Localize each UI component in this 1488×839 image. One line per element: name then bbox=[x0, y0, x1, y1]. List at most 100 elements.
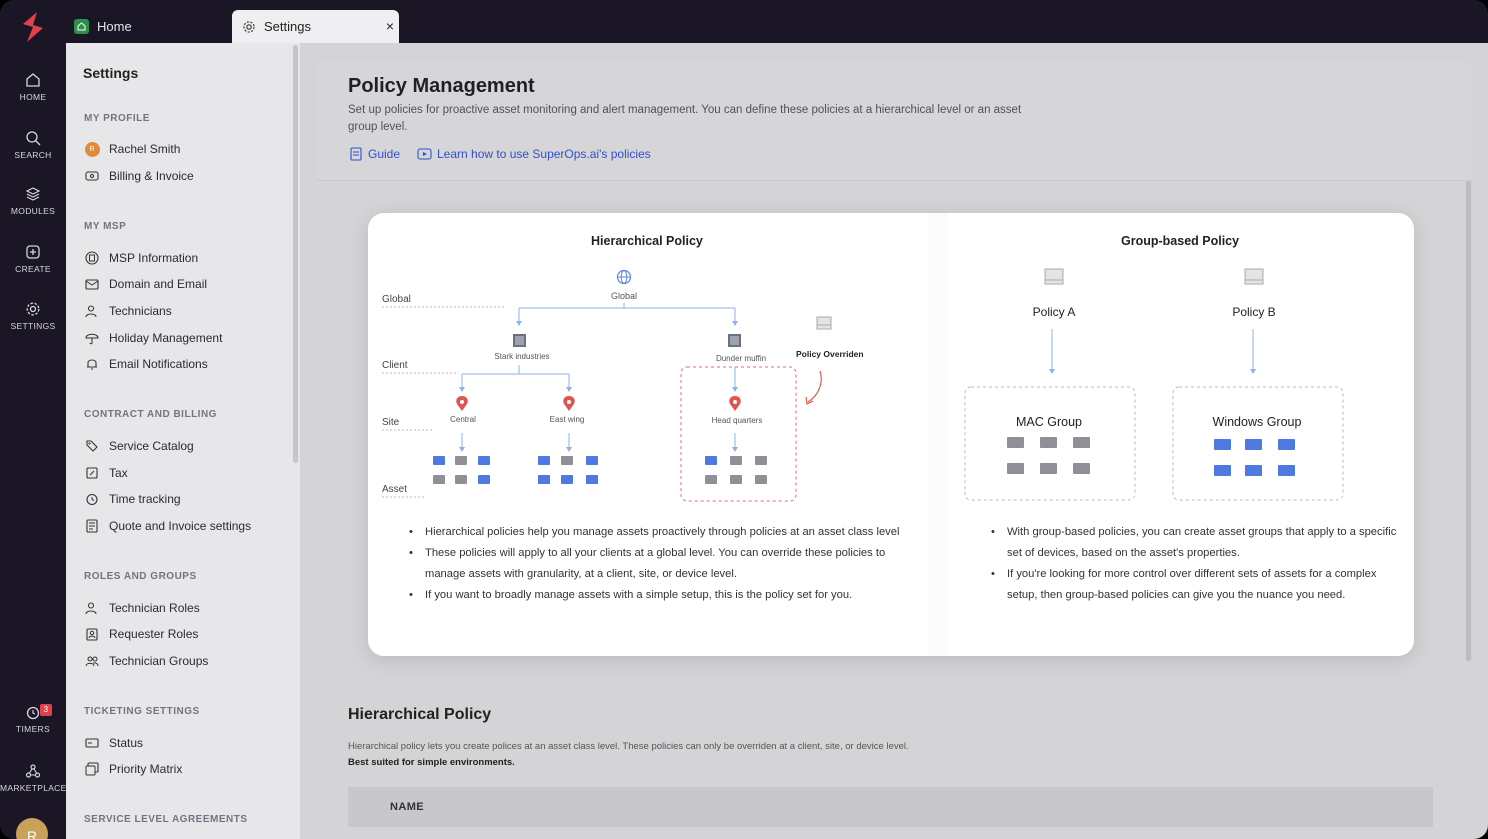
pin-icon bbox=[563, 396, 575, 411]
level-site-label: Site bbox=[382, 417, 400, 428]
bullet-item: Hierarchical policies help you manage as… bbox=[409, 522, 922, 543]
settings-item-billing[interactable]: Billing & Invoice bbox=[84, 167, 194, 185]
rail-create[interactable]: CREATE bbox=[0, 244, 66, 274]
settings-item-label: Rachel Smith bbox=[109, 142, 181, 156]
rail-modules[interactable]: MODULES bbox=[0, 186, 66, 216]
settings-item-label: Requester Roles bbox=[109, 627, 199, 641]
tax-icon bbox=[84, 465, 100, 481]
document-stack-icon bbox=[816, 316, 832, 330]
policy-diagram: Global Client Site Asset Global Stark in… bbox=[382, 268, 1344, 502]
settings-panel-scrollbar[interactable] bbox=[293, 45, 298, 463]
tab-settings[interactable]: Settings × bbox=[232, 10, 399, 43]
technician-role-icon bbox=[84, 600, 100, 616]
settings-item-technicians[interactable]: Technicians bbox=[84, 302, 172, 320]
id-badge-icon bbox=[84, 626, 100, 642]
hierarchical-bullets: Hierarchical policies help you manage as… bbox=[407, 522, 922, 606]
bullet-item: If you want to broadly manage assets wit… bbox=[409, 585, 922, 606]
left-rail: HOME SEARCH MODULES CREATE SETTINGS 3 TI… bbox=[0, 0, 66, 839]
status-icon bbox=[84, 735, 100, 751]
building-icon bbox=[84, 250, 100, 266]
rail-search-label: SEARCH bbox=[14, 150, 52, 160]
document-icon bbox=[350, 147, 362, 161]
settings-item-tax[interactable]: Tax bbox=[84, 464, 128, 482]
page-description: Set up policies for proactive asset moni… bbox=[348, 104, 1022, 133]
mac-group-label: MAC Group bbox=[1016, 415, 1082, 429]
settings-item-technician-roles[interactable]: Technician Roles bbox=[84, 599, 200, 617]
rail-settings[interactable]: SETTINGS bbox=[0, 301, 66, 331]
rail-timers-label: TIMERS bbox=[16, 724, 50, 734]
clock-icon bbox=[84, 491, 100, 507]
windows-group-label: Windows Group bbox=[1213, 415, 1302, 429]
tab-home-label: Home bbox=[97, 19, 132, 34]
section-sla: SERVICE LEVEL AGREEMENTS bbox=[84, 814, 248, 825]
section-note: Best suited for simple environments. bbox=[348, 757, 515, 768]
settings-item-time-tracking[interactable]: Time tracking bbox=[84, 490, 181, 508]
policy-types-card: Hierarchical Policy Group-based Policy G… bbox=[368, 213, 1414, 656]
mac-device-grid bbox=[1007, 437, 1090, 474]
column-name-header[interactable]: NAME bbox=[390, 801, 424, 813]
device-grid-central bbox=[433, 456, 490, 484]
matrix-icon bbox=[84, 761, 100, 777]
settings-item-label: Priority Matrix bbox=[109, 762, 183, 776]
settings-item-technician-groups[interactable]: Technician Groups bbox=[84, 652, 208, 670]
settings-item-label: Technicians bbox=[109, 304, 172, 318]
rail-timers[interactable]: 3 TIMERS bbox=[0, 704, 66, 734]
bullet-item: With group-based policies, you can creat… bbox=[991, 522, 1407, 564]
timers-badge: 3 bbox=[40, 704, 52, 716]
settings-item-priority-matrix[interactable]: Priority Matrix bbox=[84, 760, 182, 778]
invoice-icon bbox=[84, 518, 100, 534]
settings-item-label: Technician Groups bbox=[109, 654, 209, 668]
settings-panel: Settings MY PROFILE R Rachel Smith Billi… bbox=[66, 43, 300, 839]
settings-item-label: Service Catalog bbox=[109, 439, 194, 453]
settings-item-holiday[interactable]: Holiday Management bbox=[84, 329, 222, 347]
hierarchical-diagram-title: Hierarchical Policy bbox=[591, 234, 703, 248]
user-avatar[interactable]: R bbox=[16, 818, 48, 839]
rail-create-label: CREATE bbox=[15, 264, 51, 274]
search-icon bbox=[26, 131, 41, 146]
umbrella-icon bbox=[84, 330, 100, 346]
settings-item-service-catalog[interactable]: Service Catalog bbox=[84, 437, 194, 455]
section-roles-groups: ROLES AND GROUPS bbox=[84, 571, 197, 582]
settings-item-quote-invoice[interactable]: Quote and Invoice settings bbox=[84, 517, 251, 535]
settings-item-label: Billing & Invoice bbox=[109, 169, 194, 183]
policy-overriden-label: Policy Overriden bbox=[796, 349, 864, 359]
learn-policies-link[interactable]: Learn how to use SuperOps.ai's policies bbox=[417, 147, 651, 161]
settings-item-msp-information[interactable]: MSP Information bbox=[84, 249, 198, 267]
settings-item-status[interactable]: Status bbox=[84, 734, 143, 752]
main-content: Hierarchical Policy Group-based Policy G… bbox=[300, 43, 1488, 839]
settings-item-label: Email Notifications bbox=[109, 357, 208, 371]
group-bullets: With group-based policies, you can creat… bbox=[989, 522, 1407, 606]
home-tab-icon bbox=[74, 19, 89, 34]
rail-home-label: HOME bbox=[19, 92, 47, 102]
settings-item-rachel-smith[interactable]: R Rachel Smith bbox=[84, 140, 180, 158]
settings-item-label: Domain and Email bbox=[109, 277, 208, 291]
site-hq-label: Head quarters bbox=[712, 416, 763, 425]
app-window: HOME SEARCH MODULES CREATE SETTINGS 3 TI… bbox=[0, 0, 1488, 839]
billing-icon bbox=[84, 168, 100, 184]
site-central-label: Central bbox=[450, 415, 476, 424]
settings-item-requester-roles[interactable]: Requester Roles bbox=[84, 625, 198, 643]
section-my-msp: MY MSP bbox=[84, 221, 127, 232]
tab-bar: Home Settings × bbox=[66, 0, 1488, 43]
settings-item-domain-email[interactable]: Domain and Email bbox=[84, 275, 207, 293]
settings-item-label: MSP Information bbox=[109, 251, 199, 265]
device-grid-east-wing bbox=[538, 456, 598, 484]
settings-item-label: Quote and Invoice settings bbox=[109, 519, 252, 533]
home-icon bbox=[26, 73, 40, 87]
level-client-label: Client bbox=[382, 360, 408, 371]
guide-link[interactable]: Guide bbox=[349, 147, 400, 161]
group-diagram-title: Group-based Policy bbox=[1121, 234, 1240, 248]
document-stack-icon bbox=[1244, 268, 1264, 285]
rail-marketplace[interactable]: MARKETPLACE bbox=[0, 763, 66, 793]
hierarchical-section-title: Hierarchical Policy bbox=[348, 706, 492, 723]
plus-square-icon bbox=[26, 245, 40, 259]
settings-item-email-notifications[interactable]: Email Notifications bbox=[84, 355, 208, 373]
tab-home[interactable]: Home bbox=[74, 10, 132, 43]
rail-home[interactable]: HOME bbox=[0, 72, 66, 102]
superops-logo[interactable] bbox=[17, 10, 49, 44]
section-desc-text: Hierarchical policy lets you create poli… bbox=[348, 741, 909, 752]
rail-search[interactable]: SEARCH bbox=[0, 130, 66, 160]
section-ticketing-settings: TICKETING SETTINGS bbox=[84, 706, 200, 717]
main-scrollbar[interactable] bbox=[1466, 181, 1471, 661]
close-tab-icon[interactable]: × bbox=[386, 18, 394, 34]
